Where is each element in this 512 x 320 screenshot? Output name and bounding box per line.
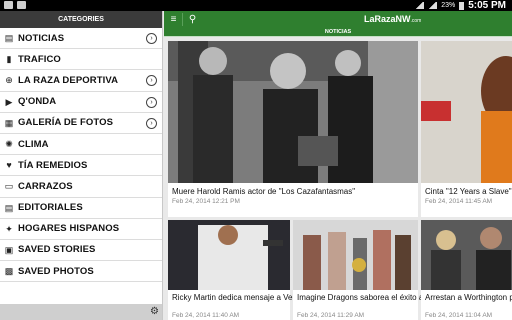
sidebar-item-la-raza-deportiva[interactable]: ⊕ LA RAZA DEPORTIVA › <box>0 70 162 92</box>
status-bar: 23% 5:05 PM <box>0 0 512 11</box>
battery-icon <box>459 1 465 10</box>
article-date: Feb 24, 2014 11:29 AM <box>297 312 365 319</box>
article-date: Feb 24, 2014 11:40 AM <box>172 312 240 319</box>
sidebar-item-label: NOTICIAS <box>18 32 65 44</box>
running-person-icon: ✦ <box>5 223 13 234</box>
chevron-right-icon[interactable]: › <box>146 96 157 108</box>
sidebar-item-t-a-remedios[interactable]: ♥ TÍA REMEDIOS <box>0 155 162 177</box>
sidebar-item-label: TRAFICO <box>18 53 61 65</box>
sidebar-item-label: SAVED STORIES <box>18 244 96 256</box>
article-date: Feb 24, 2014 11:04 AM <box>425 312 493 319</box>
sidebar-item-carrazos[interactable]: ▭ CARRAZOS <box>0 176 162 198</box>
toolbar-divider <box>182 13 183 26</box>
sidebar-item-clima[interactable]: ✺ CLIMA <box>0 134 162 156</box>
clock: 5:05 PM <box>468 0 506 11</box>
article-title: Muere Harold Ramis actor de "Los Cazafan… <box>172 187 356 196</box>
sidebar-item-label: LA RAZA DEPORTIVA <box>18 74 119 86</box>
notification-icons <box>4 1 26 9</box>
car-icon: ▮ <box>6 54 12 65</box>
chevron-right-icon[interactable]: › <box>146 117 157 129</box>
sidebar-item-label: TÍA REMEDIOS <box>18 159 88 171</box>
article-title: Cinta "12 Years a Slave" <box>425 187 512 196</box>
notification-icon <box>4 1 13 9</box>
sidebar-item-saved-stories[interactable]: ▣ SAVED STORIES <box>0 240 162 262</box>
search-icon[interactable]: ⚲ <box>184 11 201 28</box>
sidebar-item-saved-photos[interactable]: ▩ SAVED PHOTOS <box>0 261 162 283</box>
photo-gallery-icon: ▦ <box>4 117 14 128</box>
article-card[interactable]: Ricky Martin dedica mensaje a Venezuela … <box>168 220 350 320</box>
car-front-icon: ▭ <box>4 181 14 192</box>
sidebar-item-trafico[interactable]: ▮ TRAFICO <box>0 49 162 71</box>
sidebar-footer: ⚙ <box>0 304 162 320</box>
category-sidebar: CATEGORIES ▤ NOTICIAS › ▮ TRAFICO ⊕ LA RAZA DE… <box>0 11 163 320</box>
sidebar-header: CATEGORIES <box>0 11 162 28</box>
play-icon: ▶ <box>5 96 13 107</box>
battery-percent: 23% <box>441 2 456 9</box>
article-photo <box>168 41 418 183</box>
article-title: Arrestan a Worthington p agresión <box>425 293 512 302</box>
category-list: ▤ NOTICIAS › ▮ TRAFICO ⊕ LA RAZA DEPORTIVA › ▶ Q'… <box>0 28 162 283</box>
sidebar-item-label: HOGARES HISPANOS <box>18 223 120 235</box>
sidebar-item-label: CLIMA <box>18 138 49 150</box>
news-feed: Muere Harold Ramis actor de "Los Cazafan… <box>164 37 512 320</box>
article-card[interactable]: Arrestan a Worthington p agresión Feb 24… <box>421 220 512 320</box>
chevron-right-icon[interactable]: › <box>146 33 157 44</box>
sidebar-item-label: GALERÍA DE FOTOS <box>18 117 114 129</box>
sidebar-item-hogares-hispanos[interactable]: ✦ HOGARES HISPANOS <box>0 219 162 240</box>
notification-icon <box>17 1 26 9</box>
article-card[interactable]: Cinta "12 Years a Slave" Feb 24, 2014 11… <box>421 41 512 217</box>
sun-icon: ✺ <box>5 139 13 150</box>
article-date: Feb 24, 2014 11:45 AM <box>425 198 493 205</box>
newspaper-icon: ▤ <box>4 33 14 44</box>
article-date: Feb 24, 2014 12:21 PM <box>172 198 240 205</box>
article-photo <box>421 41 512 183</box>
sidebar-item-noticias[interactable]: ▤ NOTICIAS › <box>0 28 162 50</box>
site-logo: LaRazaNW.com <box>364 14 422 24</box>
menu-hamburger-icon[interactable]: ≡ <box>165 11 182 28</box>
photo-icon: ▩ <box>4 266 14 277</box>
soccer-ball-icon: ⊕ <box>5 75 13 86</box>
settings-gear-icon[interactable]: ⚙ <box>150 306 159 317</box>
wifi-signal-icon <box>415 2 425 9</box>
app-toolbar: ≡ ⚲ LaRazaNW.com <box>164 11 512 28</box>
article-photo <box>293 220 418 290</box>
newspaper-icon: ▤ <box>4 202 14 213</box>
cell-signal-icon <box>428 2 438 9</box>
sidebar-item-label: Q'ONDA <box>18 96 57 108</box>
sidebar-item-galer-a-de-fotos[interactable]: ▦ GALERÍA DE FOTOS › <box>0 113 162 134</box>
sidebar-item-label: CARRAZOS <box>18 180 73 192</box>
article-card[interactable]: Muere Harold Ramis actor de "Los Cazafan… <box>168 41 418 217</box>
sidebar-item-label: EDITORIALES <box>18 202 83 214</box>
sidebar-item-label: SAVED PHOTOS <box>18 265 94 277</box>
sidebar-item-q-onda[interactable]: ▶ Q'ONDA › <box>0 92 162 113</box>
save-icon: ▣ <box>4 244 14 255</box>
chevron-right-icon[interactable]: › <box>146 75 157 87</box>
article-card[interactable]: Imagine Dragons saborea el éxito a su ma… <box>293 220 463 320</box>
article-photo <box>168 220 290 290</box>
sidebar-item-editoriales[interactable]: ▤ EDITORIALES <box>0 198 162 219</box>
article-photo <box>421 220 512 290</box>
heart-icon: ♥ <box>6 160 12 171</box>
status-right: 23% 5:05 PM <box>415 0 506 11</box>
